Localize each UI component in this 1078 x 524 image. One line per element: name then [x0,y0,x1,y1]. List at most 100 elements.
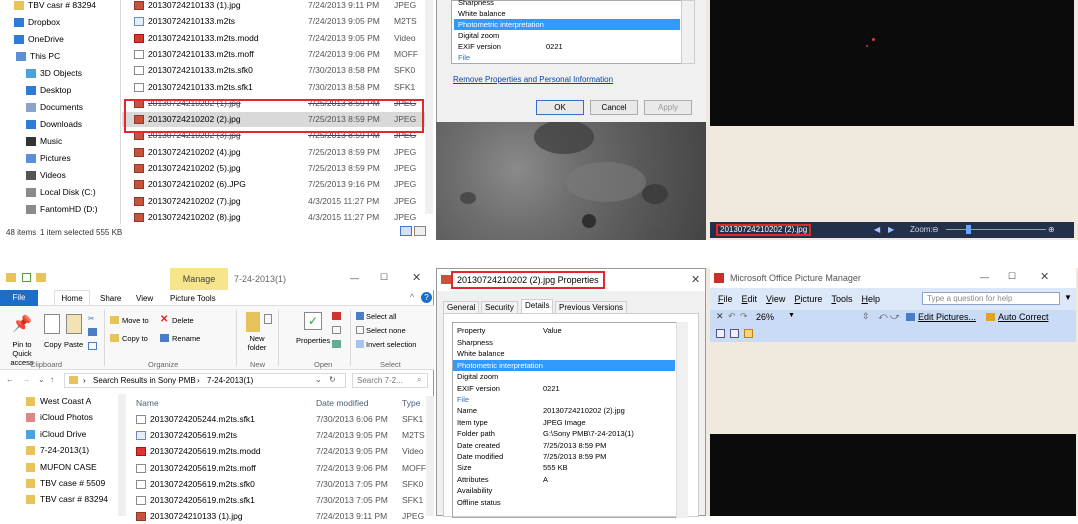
zoom-value[interactable]: 26% [756,312,774,322]
breadcrumb-search[interactable]: Search Results in Sony PMB [93,376,196,385]
property-row[interactable]: File [454,52,680,63]
nav-item[interactable]: Pictures [0,151,120,166]
property-row[interactable]: Folder path G:\Sony PMB\7-24-2013(1) [453,428,675,439]
file-row[interactable]: 20130724210133 (1).jpg 7/24/2013 9:11 PM J… [122,0,432,13]
property-row[interactable]: White balance [454,8,680,19]
zoom-out-icon[interactable]: ⊖ [932,225,939,234]
menu-item[interactable]: Edit [742,294,758,304]
property-row[interactable]: Attributes A [453,474,675,485]
next-arrow-icon[interactable]: ▶ [888,225,894,234]
details-view-icon[interactable] [400,226,412,236]
apply-button[interactable]: Apply [644,100,692,115]
cut-icon[interactable]: ✂ [88,314,94,323]
remove-properties-link[interactable]: Remove Properties and Personal Informati… [453,75,613,84]
nav-scrollbar[interactable] [118,394,126,516]
property-row[interactable]: Size 555 KB [453,462,675,473]
thumbnail-view-icon[interactable] [716,329,725,338]
minimize-icon[interactable]: — [350,273,359,283]
open-icon[interactable] [332,312,341,320]
property-row[interactable]: Date modified 7/25/2013 8:59 PM [453,451,675,462]
nav-item[interactable]: TBV case # 5509 [0,476,126,491]
property-row[interactable]: Digital zoom [454,30,680,41]
rotate-right-icon[interactable]: ⤻ [890,311,900,322]
paste-icon[interactable] [66,314,82,334]
help-dropdown-icon[interactable]: ▼ [1064,293,1072,302]
undo-icon[interactable]: ↶ [728,311,736,322]
minimize-icon[interactable]: — [980,272,989,282]
close-icon[interactable]: ✕ [691,273,700,286]
ok-button[interactable]: OK [536,100,584,115]
help-search-input[interactable]: Type a question for help [922,292,1060,305]
file-row[interactable]: 20130724210202 (5).jpg 7/25/2013 8:59 PM J… [122,161,432,176]
select-all-button[interactable]: Select all [366,312,396,321]
menu-item[interactable]: Picture [794,294,822,304]
property-row[interactable]: Digital zoom [453,371,675,382]
file-row[interactable]: 20130724210133.m2ts.sfk0 7/30/2013 8:58 P… [122,63,432,78]
file-row[interactable]: 20130724205244.m2ts.sfk1 7/30/2013 6:06 P… [130,412,426,427]
history-icon[interactable] [332,340,341,348]
nav-item[interactable]: Local Disk (C:) [0,185,120,200]
large-icons-view-icon[interactable] [414,226,426,236]
property-row[interactable]: Item type JPEG Image [453,417,675,428]
property-row[interactable]: Sharpness [453,337,675,348]
delete-button[interactable]: Delete [172,316,194,325]
nav-item[interactable]: MUFON CASE [0,460,126,475]
file-row[interactable]: 20130724210133.m2ts.modd 7/24/2013 9:05 P… [122,31,432,46]
address-dropdown-icon[interactable]: ⌄ [315,375,322,384]
back-arrow-icon[interactable]: ← [6,375,14,384]
property-row[interactable]: Photometric interpretation [453,359,675,371]
file-row[interactable]: 20130724210202 (4).jpg 7/25/2013 8:59 PM J… [122,145,432,160]
recent-dropdown-icon[interactable]: ⌄ [38,375,45,384]
copy-to-button[interactable]: Copy to [122,334,148,343]
collapse-ribbon-icon[interactable]: ^ [410,292,414,302]
column-date[interactable]: Date modified [316,398,368,408]
nav-item[interactable]: Dropbox [0,15,120,30]
tab-security[interactable]: Security [481,301,518,313]
file-row[interactable]: 20130724210202 (7).jpg 4/3/2015 11:27 PM J… [122,194,432,209]
tab-share[interactable]: Share [100,294,121,303]
property-row[interactable]: Sharpness [454,0,680,8]
details-scrollbar[interactable] [676,322,688,518]
properties-check-icon[interactable]: ✓ [304,312,322,330]
prev-arrow-icon[interactable]: ◀ [874,225,880,234]
nav-item[interactable]: Music [0,134,120,149]
rename-button[interactable]: Rename [172,334,200,343]
paste-button[interactable]: Paste [64,340,83,349]
filmstrip-view-icon[interactable] [730,329,739,338]
maximize-icon[interactable]: ☐ [1008,271,1016,282]
auto-correct-button[interactable]: Auto Correct [998,312,1049,322]
edit-icon[interactable] [332,326,341,334]
file-row[interactable]: 20130724205619.m2ts.moff 7/24/2013 9:06 P… [130,461,426,476]
rotate-left-icon[interactable]: ⤺ [878,311,888,322]
property-row[interactable]: Availability [453,485,675,496]
property-row[interactable]: Photometric interpretation [454,19,680,30]
menu-item[interactable]: Help [861,294,880,304]
tab-previous-versions[interactable]: Previous Versions [555,301,628,313]
scrollbar[interactable] [425,0,433,214]
new-folder-button[interactable]: New folder [240,334,274,352]
property-row[interactable]: File [453,394,675,405]
nav-item[interactable]: TBV casr # 83294 [0,0,120,13]
manage-tab[interactable]: Manage [170,268,228,290]
property-row[interactable]: White balance [453,348,675,359]
nav-item[interactable]: iCloud Photos [0,410,126,425]
file-row[interactable]: 20130724210133.m2ts 7/24/2013 9:05 PM M2TS [122,14,432,29]
file-row[interactable]: 20130724210133.m2ts.moff 7/24/2013 9:06 P… [122,47,432,62]
breadcrumb-folder[interactable]: 7-24-2013(1) [207,376,253,385]
copy-icon[interactable] [44,314,60,334]
nav-item[interactable]: iCloud Drive [0,427,126,442]
properties-scrollbar[interactable] [681,0,695,64]
check-icon[interactable] [22,273,31,282]
nav-item[interactable]: West Coast A [0,394,126,409]
menu-item[interactable]: File [718,294,733,304]
cancel-button[interactable]: Cancel [590,100,638,115]
search-input[interactable]: Search 7-2... ⌕ [352,373,428,388]
file-row[interactable]: 20130724205619.m2ts.sfk1 7/30/2013 7:05 P… [130,493,426,508]
file-row[interactable]: 20130724210202 (8).jpg 4/3/2015 11:27 PM J… [122,210,432,225]
up-arrow-icon[interactable]: ↑ [50,375,54,384]
redo-icon[interactable]: ↷ [740,311,748,322]
new-folder-icon[interactable] [36,273,46,282]
refresh-icon[interactable]: ↻ [329,375,336,384]
file-scrollbar[interactable] [426,396,434,516]
nav-item[interactable]: FantomHD (D:) [0,202,120,217]
